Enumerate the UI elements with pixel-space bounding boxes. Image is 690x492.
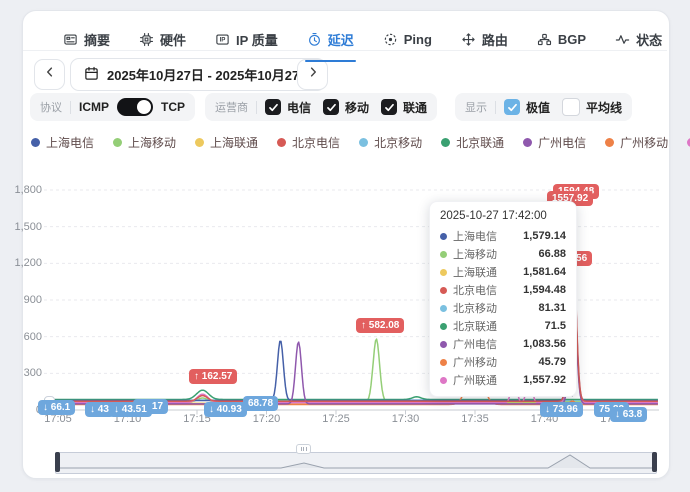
tooltip-series-dot xyxy=(440,269,447,276)
tooltip-rows: 上海电信 1,579.14 上海移动 66.88 上海联通 1,581.64 北京电信 1,5… xyxy=(440,227,566,389)
tooltip-series-name: 上海移动 xyxy=(453,246,532,262)
tooltip-series-name: 北京移动 xyxy=(453,300,532,316)
tooltip-title: 2025-10-27 17:42:00 xyxy=(440,210,566,222)
y-axis-label: 1,800 xyxy=(0,184,42,196)
tooltip-row: 广州移动 45.79 xyxy=(440,353,566,371)
y-axis-label: 1,500 xyxy=(0,221,42,233)
datazoom-grip[interactable] xyxy=(296,444,311,454)
tooltip-series-dot xyxy=(440,359,447,366)
tooltip-row: 上海移动 66.88 xyxy=(440,245,566,263)
tooltip-row: 广州电信 1,083.56 xyxy=(440,335,566,353)
datazoom-slider[interactable] xyxy=(55,452,657,474)
tooltip-series-name: 广州移动 xyxy=(453,354,532,370)
tooltip-series-value: 1,557.92 xyxy=(523,374,566,386)
x-axis-label: 17:30 xyxy=(384,413,428,425)
tooltip-series-value: 1,581.64 xyxy=(523,266,566,278)
min-value-badge: 68.78 xyxy=(243,396,278,411)
chart-tooltip: 2025-10-27 17:42:00 上海电信 1,579.14 上海移动 66.8… xyxy=(429,201,577,397)
x-axis-label: 17:35 xyxy=(453,413,497,425)
y-axis-label: 300 xyxy=(0,367,42,379)
tooltip-series-dot xyxy=(440,305,447,312)
datazoom-minimap xyxy=(56,453,654,471)
tooltip-series-value: 1,579.14 xyxy=(523,230,566,242)
tooltip-series-name: 上海联通 xyxy=(453,264,517,280)
latency-dashboard: 摘要 硬件 IP IP 质量 延迟 Ping xyxy=(0,0,690,492)
tooltip-series-value: 66.88 xyxy=(538,248,566,260)
y-axis-label: 600 xyxy=(0,331,42,343)
tooltip-row: 北京电信 1,594.48 xyxy=(440,281,566,299)
tooltip-series-dot xyxy=(440,377,447,384)
max-value-badge: ↑ 162.57 xyxy=(189,369,237,384)
tooltip-series-name: 上海电信 xyxy=(453,228,517,244)
min-value-badge: ↓ 43.51 xyxy=(109,402,152,417)
tooltip-row: 广州联通 1,557.92 xyxy=(440,371,566,389)
tooltip-row: 北京联通 71.5 xyxy=(440,317,566,335)
tooltip-row: 上海电信 1,579.14 xyxy=(440,227,566,245)
min-value-badge: ↓ 40.93 xyxy=(204,402,247,417)
datazoom-right-handle[interactable] xyxy=(652,452,657,472)
max-value-badge: ↑ 582.08 xyxy=(356,318,404,333)
tooltip-series-value: 81.31 xyxy=(538,302,566,314)
tooltip-series-dot xyxy=(440,233,447,240)
tooltip-series-name: 北京电信 xyxy=(453,282,517,298)
tooltip-series-name: 广州联通 xyxy=(453,372,517,388)
tooltip-row: 北京移动 81.31 xyxy=(440,299,566,317)
tooltip-series-name: 广州电信 xyxy=(453,336,517,352)
tooltip-series-value: 1,083.56 xyxy=(523,338,566,350)
tooltip-row: 上海联通 1,581.64 xyxy=(440,263,566,281)
tooltip-series-dot xyxy=(440,323,447,330)
min-value-badge: ↓ 63.8 xyxy=(610,407,647,422)
tooltip-series-value: 1,594.48 xyxy=(523,284,566,296)
min-value-badge: ↓ 66.1 xyxy=(38,400,75,415)
tooltip-series-value: 45.79 xyxy=(538,356,566,368)
y-axis-label: 900 xyxy=(0,294,42,306)
min-value-badge: ↓ 73.96 xyxy=(540,402,583,417)
y-axis-label: 1,200 xyxy=(0,257,42,269)
x-axis-label: 17:25 xyxy=(314,413,358,425)
tooltip-series-dot xyxy=(440,341,447,348)
tooltip-series-name: 北京联通 xyxy=(453,318,539,334)
tooltip-series-dot xyxy=(440,287,447,294)
tooltip-series-dot xyxy=(440,251,447,258)
x-axis-label: 17:20 xyxy=(245,413,289,425)
datazoom-left-handle[interactable] xyxy=(55,452,60,472)
tooltip-series-value: 71.5 xyxy=(545,320,566,332)
